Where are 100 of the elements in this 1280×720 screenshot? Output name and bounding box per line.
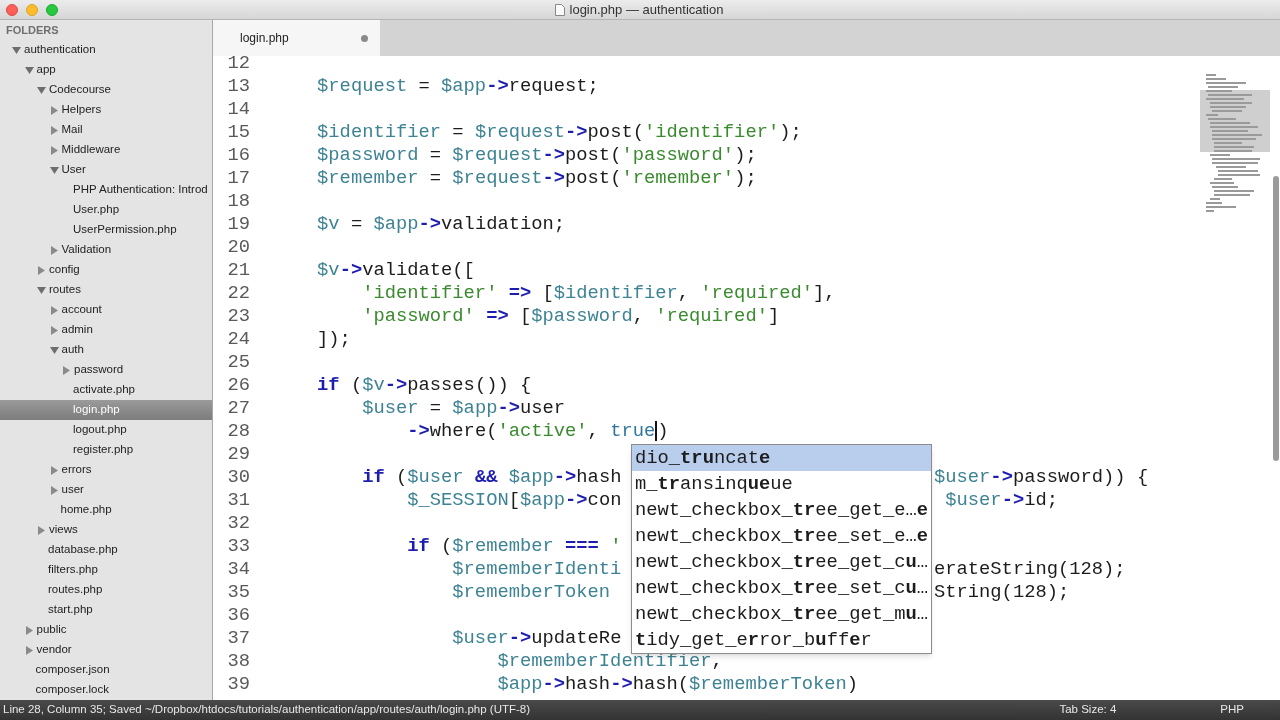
triangle-down-icon[interactable] xyxy=(37,285,46,295)
document-icon xyxy=(554,3,565,16)
line-number: 23 xyxy=(226,305,251,328)
triangle-right-icon[interactable] xyxy=(49,145,59,155)
tree-item[interactable]: Validation xyxy=(0,240,212,260)
tree-item[interactable]: UserPermission.php xyxy=(0,220,212,240)
completion-item[interactable]: newt_checkbox_tree_set_cu… xyxy=(632,575,931,601)
line-number: 19 xyxy=(226,213,251,236)
line-number: 25 xyxy=(226,351,251,374)
zoom-button[interactable] xyxy=(46,3,58,16)
tree-item[interactable]: routes.php xyxy=(0,580,212,600)
triangle-right-icon[interactable] xyxy=(49,245,59,255)
triangle-down-icon[interactable] xyxy=(37,85,46,95)
completion-item[interactable]: tidy_get_error_buffer xyxy=(632,627,931,653)
tree-item[interactable]: User.php xyxy=(0,200,212,220)
tree-item[interactable]: user xyxy=(0,480,212,500)
close-button[interactable] xyxy=(6,3,18,16)
tree-item[interactable]: auth xyxy=(0,340,212,360)
triangle-right-icon[interactable] xyxy=(49,125,59,135)
completion-item[interactable]: newt_checkbox_tree_get_cu… xyxy=(632,549,931,575)
sidebar-header: FOLDERS xyxy=(5,22,60,38)
tree-item[interactable]: password xyxy=(0,360,212,380)
triangle-right-icon[interactable] xyxy=(24,645,34,655)
code-line: String(128); xyxy=(934,581,1070,603)
status-text: Line 28, Column 35; Saved ~/Dropbox/htdocs/tutorials/authentication/app/routes/auth/login.php (UTF-8) xyxy=(3,702,532,718)
tree-item[interactable]: composer.lock xyxy=(0,680,212,700)
syntax-indicator[interactable]: PHP xyxy=(1220,701,1244,719)
tree-item[interactable]: database.php xyxy=(0,540,212,560)
minimize-button[interactable] xyxy=(26,3,38,16)
line-number: 20 xyxy=(226,236,251,259)
code-line: 'password' => [$password, 'required'] xyxy=(361,305,780,327)
tree-item[interactable]: Helpers xyxy=(0,100,212,120)
tree-item[interactable]: admin xyxy=(0,320,212,340)
line-number: 22 xyxy=(226,282,251,305)
tree-item[interactable]: vendor xyxy=(0,640,212,660)
line-number: 30 xyxy=(226,466,251,489)
tree-item[interactable]: Codecourse xyxy=(0,80,212,100)
tree-item[interactable]: public xyxy=(0,620,212,640)
tree-item[interactable]: authentication xyxy=(0,40,212,60)
code-line: $v->validate([ xyxy=(316,259,475,281)
line-number: 17 xyxy=(226,167,251,190)
line-number: 39 xyxy=(226,673,251,696)
tree-item[interactable]: start.php xyxy=(0,600,212,620)
line-number: 38 xyxy=(226,650,251,673)
completion-item[interactable]: newt_checkbox_tree_set_e…e xyxy=(632,523,931,549)
triangle-right-icon[interactable] xyxy=(49,105,59,115)
tree-item[interactable]: register.php xyxy=(0,440,212,460)
triangle-down-icon[interactable] xyxy=(12,45,21,55)
completion-item[interactable]: m_transinqueue xyxy=(632,471,931,497)
triangle-right-icon[interactable] xyxy=(62,365,71,375)
file-tab[interactable]: login.php xyxy=(213,20,380,56)
triangle-down-icon[interactable] xyxy=(49,345,59,355)
code-line: $user = $app->user xyxy=(361,397,566,419)
tree-item[interactable]: home.php xyxy=(0,500,212,520)
tree-item[interactable]: account xyxy=(0,300,212,320)
completion-item[interactable]: newt_checkbox_tree_get_e…e xyxy=(632,497,931,523)
tree-item[interactable]: activate.php xyxy=(0,380,212,400)
tree-item[interactable]: errors xyxy=(0,460,212,480)
code-line: $app->hash->hash($rememberToken) xyxy=(496,673,859,695)
code-line: if ($user && $app->hash xyxy=(361,466,622,488)
tree-item[interactable]: Middleware xyxy=(0,140,212,160)
triangle-down-icon[interactable] xyxy=(24,65,34,75)
scrollbar-thumb[interactable] xyxy=(1273,176,1279,461)
triangle-right-icon[interactable] xyxy=(37,265,46,275)
line-number: 26 xyxy=(226,374,251,397)
line-number: 36 xyxy=(226,604,251,627)
line-number: 21 xyxy=(226,259,251,282)
line-number: 15 xyxy=(226,121,251,144)
tree-item[interactable]: PHP Authentication: Introd xyxy=(0,180,212,200)
tree-item[interactable]: User xyxy=(0,160,212,180)
completion-item[interactable]: newt_checkbox_tree_get_mu… xyxy=(632,601,931,627)
line-number: 12 xyxy=(226,56,251,75)
line-number: 32 xyxy=(226,512,251,535)
triangle-right-icon[interactable] xyxy=(49,465,59,475)
tree-item[interactable]: Mail xyxy=(0,120,212,140)
tree-item[interactable]: composer.json xyxy=(0,660,212,680)
line-number: 34 xyxy=(226,558,251,581)
tree-item[interactable]: routes xyxy=(0,280,212,300)
tree-item[interactable]: views xyxy=(0,520,212,540)
tree-item[interactable]: filters.php xyxy=(0,560,212,580)
triangle-right-icon[interactable] xyxy=(37,525,46,535)
code-line: $identifier = $request->post('identifier'); xyxy=(316,121,802,143)
tree-item[interactable]: config xyxy=(0,260,212,280)
triangle-down-icon[interactable] xyxy=(49,165,59,175)
code-line: $rememberToken xyxy=(451,581,611,603)
tree-item[interactable]: logout.php xyxy=(0,420,212,440)
tab-size-indicator[interactable]: Tab Size: 4 xyxy=(1059,701,1117,719)
code-line: $remember = $request->post('remember'); xyxy=(316,167,757,189)
completion-item[interactable]: dio_truncate xyxy=(632,445,931,471)
line-number: 24 xyxy=(226,328,251,351)
triangle-right-icon[interactable] xyxy=(24,625,34,635)
triangle-right-icon[interactable] xyxy=(49,325,59,335)
triangle-right-icon[interactable] xyxy=(49,485,59,495)
line-number: 16 xyxy=(226,144,251,167)
line-number: 35 xyxy=(226,581,251,604)
triangle-right-icon[interactable] xyxy=(49,305,59,315)
code-line: $v = $app->validation; xyxy=(316,213,566,235)
code-line: $_SESSION[$app->con xyxy=(406,489,622,511)
tree-item[interactable]: app xyxy=(0,60,212,80)
code-line: $user->id; xyxy=(944,489,1058,511)
